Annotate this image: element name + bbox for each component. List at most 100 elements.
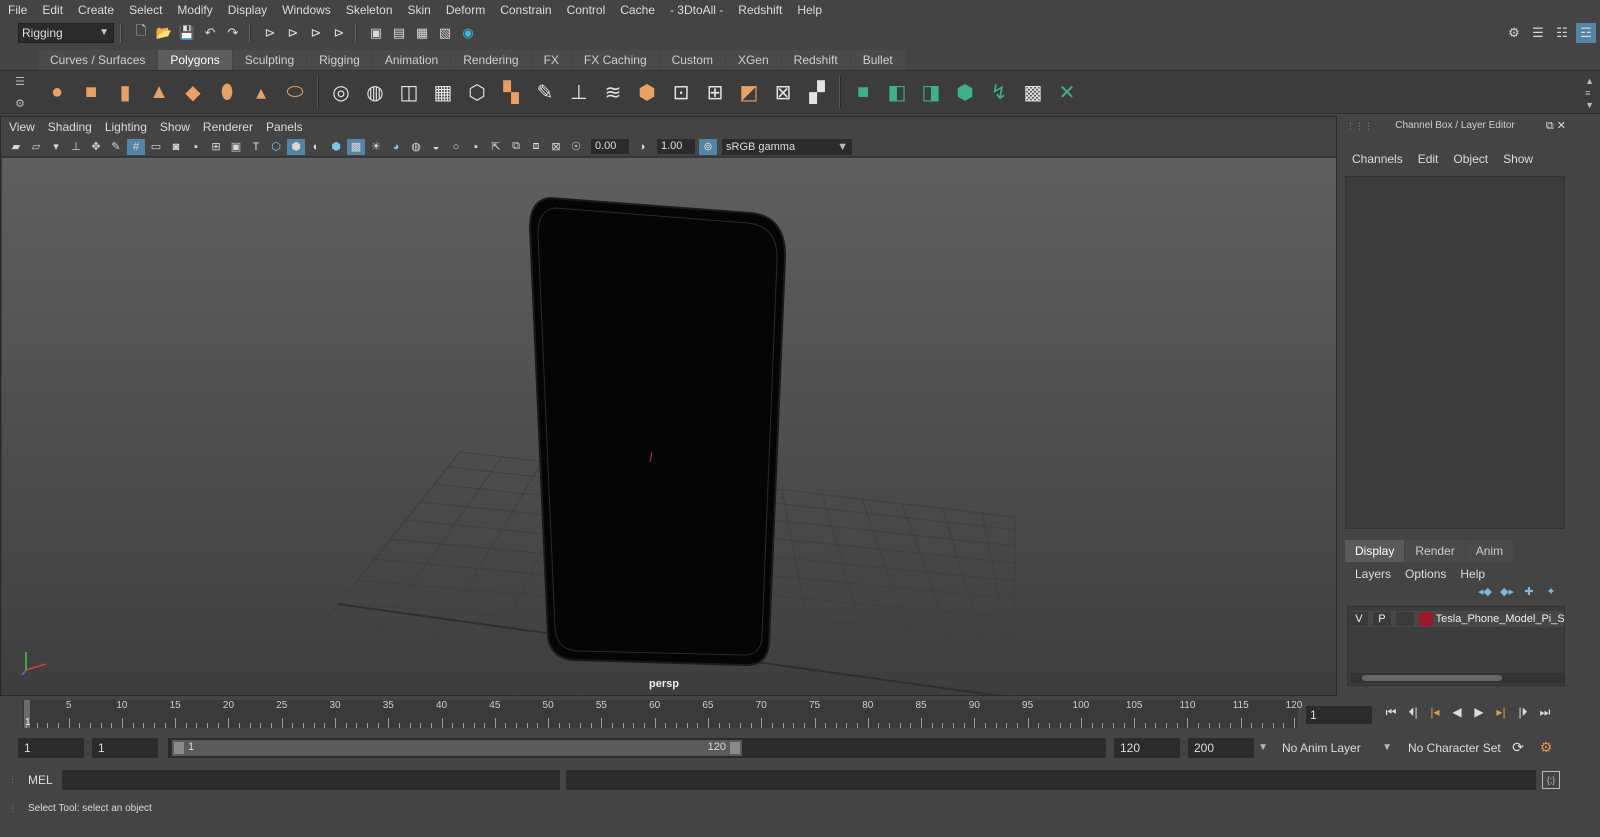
select-object-icon[interactable]: ⊳ [283, 23, 303, 43]
color-management-icon[interactable]: ⊚ [699, 138, 717, 155]
le-menu-layers[interactable]: Layers [1355, 567, 1391, 581]
menu-create[interactable]: Create [78, 3, 114, 17]
film-gate-icon[interactable]: ▭ [147, 139, 165, 155]
menu-help[interactable]: Help [797, 3, 822, 17]
menu-redshift[interactable]: Redshift [738, 3, 782, 17]
field-chart-icon[interactable]: ⊞ [207, 139, 225, 155]
layer-list-scrollbar[interactable] [1350, 673, 1564, 683]
render-view-icon[interactable]: ▣ [366, 23, 386, 43]
hypershade-icon[interactable]: ◉ [458, 23, 478, 43]
tab-render[interactable]: Render [1405, 540, 1465, 562]
go-to-start-icon[interactable]: ⏮ [1380, 705, 1402, 720]
ipr-render-icon[interactable]: ▦ [412, 23, 432, 43]
layer-visibility-toggle[interactable]: V [1350, 612, 1368, 626]
tab-polygons[interactable]: Polygons [158, 50, 232, 70]
shelf-scroll-arrows[interactable]: ▲ ≡ ▼ [1585, 75, 1594, 111]
extrude-icon[interactable]: ⬢ [632, 77, 662, 107]
step-forward-frame-icon[interactable]: |⏵ [1512, 705, 1534, 720]
target-weld-icon[interactable]: ⊥ [564, 77, 594, 107]
playback-end-field[interactable]: 120 [1114, 738, 1180, 758]
tab-redshift[interactable]: Redshift [781, 50, 850, 70]
xray-active-icon[interactable]: ⧈ [527, 139, 545, 155]
image-plane-icon[interactable]: ⊥ [67, 139, 85, 155]
multisample-aa-icon[interactable]: ○ [447, 139, 465, 155]
poly-torus-icon[interactable]: ⬮ [212, 77, 242, 107]
automatic-uv-icon[interactable]: ⬢ [950, 77, 980, 107]
command-input[interactable] [62, 770, 560, 790]
layer-display-type-toggle[interactable] [1395, 612, 1414, 626]
extract-icon[interactable]: ⬡ [462, 77, 492, 107]
poly-cube-icon[interactable]: ■ [76, 77, 106, 107]
shelf-menu-icon[interactable]: ☰ [15, 75, 25, 88]
tab-custom[interactable]: Custom [659, 50, 725, 70]
play-forwards-icon[interactable]: ▶ [1468, 705, 1490, 720]
poly-sphere-icon[interactable]: ● [42, 77, 72, 107]
script-editor-icon[interactable]: {;} [1542, 771, 1560, 789]
poly-cylinder-icon[interactable]: ▮ [110, 77, 140, 107]
menu-edit[interactable]: Edit [42, 3, 63, 17]
menu-display[interactable]: Display [228, 3, 267, 17]
animation-start-field[interactable]: 1 [18, 738, 84, 758]
menu-skeleton[interactable]: Skeleton [346, 3, 393, 17]
cb-menu-edit[interactable]: Edit [1418, 152, 1439, 166]
le-menu-options[interactable]: Options [1405, 567, 1446, 581]
multi-cut-icon[interactable]: ✎ [530, 77, 560, 107]
safe-title-icon[interactable]: T [247, 139, 265, 155]
planar-uv-icon[interactable]: ■ [848, 77, 878, 107]
menu-windows[interactable]: Windows [282, 3, 331, 17]
unfold-uv-icon[interactable]: ↯ [984, 77, 1014, 107]
combine-icon[interactable]: ◎ [326, 77, 356, 107]
tab-bullet[interactable]: Bullet [850, 50, 905, 70]
tab-curves-surfaces[interactable]: Curves / Surfaces [38, 50, 158, 70]
end-options-dropdown[interactable]: ▼ [1258, 738, 1272, 758]
menu-control[interactable]: Control [567, 3, 606, 17]
select-hierarchy-icon[interactable]: ⊳ [260, 23, 280, 43]
animation-preferences-icon[interactable]: ⚙ [1536, 739, 1556, 757]
script-language-toggle[interactable]: MEL [28, 773, 53, 787]
go-to-end-icon[interactable]: ⏭ [1534, 705, 1556, 720]
grid-icon[interactable]: # [127, 138, 145, 155]
le-menu-help[interactable]: Help [1460, 567, 1485, 581]
fill-hole-icon[interactable]: ⊠ [768, 77, 798, 107]
isolate-select-icon[interactable]: ⇱ [487, 139, 505, 155]
viewport-menu-renderer[interactable]: Renderer [203, 120, 253, 134]
3d-viewport[interactable]: persp [2, 158, 1336, 695]
menu-cache[interactable]: Cache [620, 3, 655, 17]
resolution-gate-icon[interactable]: ◙ [167, 139, 185, 155]
undo-icon[interactable]: ↶ [200, 23, 220, 43]
poly-pyramid-icon[interactable]: ▴ [246, 77, 276, 107]
sew-uv-icon[interactable]: ✕ [1052, 77, 1082, 107]
viewport-menu-shading[interactable]: Shading [48, 120, 92, 134]
booleans-icon[interactable]: ▚ [496, 77, 526, 107]
viewport-menu-show[interactable]: Show [160, 120, 190, 134]
uv-editor-icon[interactable]: ▩ [1018, 77, 1048, 107]
modeling-toolkit-icon[interactable]: ⚙ [1504, 23, 1524, 43]
separate-icon[interactable]: ◍ [360, 77, 390, 107]
mirror-icon[interactable]: ◫ [394, 77, 424, 107]
shelf-settings-icon[interactable]: ⚙ [15, 97, 25, 110]
auto-key-icon[interactable]: ⟳ [1508, 739, 1528, 757]
spherical-uv-icon[interactable]: ◨ [916, 77, 946, 107]
shadows-icon[interactable]: ◕ [387, 139, 405, 155]
drag-handle-icon[interactable]: ⋮⋮⋮ [1346, 116, 1373, 136]
depth-of-field-icon[interactable]: ▪ [467, 139, 485, 155]
screen-space-ao-icon[interactable]: ◍ [407, 139, 425, 155]
layer-row[interactable]: V P Tesla_Phone_Model_Pi_S [1350, 611, 1564, 627]
tab-xgen[interactable]: XGen [725, 50, 781, 70]
safe-action-icon[interactable]: ▣ [227, 139, 245, 155]
tab-rigging[interactable]: Rigging [307, 50, 372, 70]
tab-animation[interactable]: Animation [372, 50, 451, 70]
tab-fx-caching[interactable]: FX Caching [571, 50, 659, 70]
range-slider-handle[interactable]: 1 120 [172, 740, 742, 756]
textured-icon[interactable]: ▩ [347, 138, 365, 155]
move-layer-up-icon[interactable]: ◂◆ [1474, 585, 1496, 598]
step-back-frame-icon[interactable]: ⏴| [1402, 705, 1424, 720]
motion-blur-icon[interactable]: ◒ [427, 139, 445, 155]
tab-rendering[interactable]: Rendering [451, 50, 531, 70]
render-frame-icon[interactable]: ▤ [389, 23, 409, 43]
xray-joints-icon[interactable]: ⊠ [547, 139, 565, 155]
bridge-icon[interactable]: ⊡ [666, 77, 696, 107]
gamma-field[interactable]: 1.00 [657, 139, 695, 154]
camera-attributes-icon[interactable]: ▱ [27, 139, 45, 155]
cb-menu-channels[interactable]: Channels [1352, 152, 1403, 166]
